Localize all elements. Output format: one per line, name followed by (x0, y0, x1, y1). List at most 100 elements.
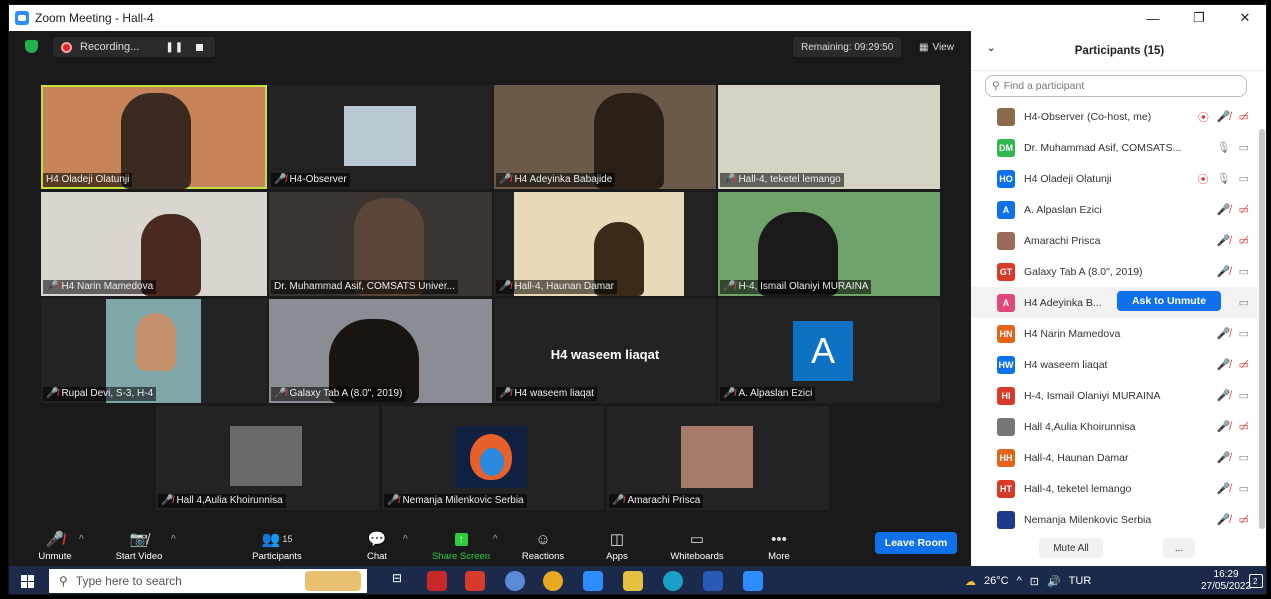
search-icon: ⚲ (59, 574, 68, 588)
pause-recording-icon[interactable]: ❚❚ (165, 42, 184, 53)
tile-name-label: 🎤̸ Amarachi Prisca (609, 494, 704, 508)
participant-row[interactable]: A A. Alpaslan Ezici 🎤̸ ▭̸ (971, 194, 1257, 225)
muted-mic-icon: 🎤̸ (45, 531, 65, 548)
muted-mic-icon: 🎤̸ (274, 174, 287, 185)
chevron-down-icon[interactable]: ⌄ (987, 43, 995, 54)
zoom-meeting-taskbar-icon[interactable] (743, 571, 763, 591)
muted-mic-icon: 🎤̸ (1216, 111, 1231, 123)
video-tile[interactable]: 🎤̸ Galaxy Tab A (8.0", 2019) (269, 299, 492, 403)
participant-row[interactable]: HN H4 Narin Mamedova 🎤̸ ▭ (971, 318, 1257, 349)
edge-icon[interactable] (663, 571, 683, 591)
participant-name: H-4, Ismail Olaniyi MURAINA (1024, 389, 1161, 402)
video-tile[interactable]: 🎤̸ H4 Adeyinka Babajide (494, 85, 716, 189)
tile-name-label: 🎤̸ A. Alpaslan Ezici (720, 387, 816, 401)
share-screen-button[interactable]: ↑ Share Screen (429, 529, 493, 562)
video-tile[interactable]: 🎤̸ H4 Narin Mamedova (41, 192, 267, 296)
ask-to-unmute-button[interactable]: Ask to Unmute (1117, 291, 1221, 311)
apps-button[interactable]: ◫ Apps (585, 529, 649, 562)
participant-name: Hall 4,Aulia Khoirunnisa (1024, 420, 1136, 433)
video-tile[interactable]: 🎤̸ Rupal Devi, S-3, H-4 (41, 299, 267, 403)
video-tile[interactable]: 🎤̸ Amarachi Prisca (607, 406, 829, 510)
search-highlight-icon[interactable] (305, 571, 361, 591)
reactions-button[interactable]: ☺ Reactions (511, 529, 575, 563)
participant-row[interactable]: HT Hall-4, teketel lemango 🎤̸ ▭ (971, 473, 1257, 504)
participant-name: Dr. Muhammad Asif, COMSATS... (1024, 141, 1182, 154)
restore-button[interactable]: ❐ (1176, 5, 1222, 31)
tray-expand-icon[interactable]: ^ (1017, 575, 1022, 587)
video-tile[interactable]: 🎤̸ Hall 4,Aulia Khoirunnisa (156, 406, 379, 510)
video-tile[interactable]: A 🎤̸ A. Alpaslan Ezici (718, 299, 940, 403)
teams-app-icon[interactable] (505, 571, 525, 591)
participant-row[interactable]: H4-Observer (Co-host, me) ⦿ 🎤̸ ▭̸ (971, 101, 1257, 132)
participant-row[interactable]: GT Galaxy Tab A (8.0", 2019) 🎤̸ ▭ (971, 256, 1257, 287)
participant-name: Hall-4, teketel lemango (1024, 482, 1132, 495)
start-video-button[interactable]: 📷̸ Start Video (107, 529, 171, 562)
panel-title: Participants (15) (1074, 44, 1165, 57)
video-off-icon: ▭̸ (1238, 421, 1249, 433)
video-icon: ▭ (1238, 297, 1249, 309)
participant-row[interactable]: HI H-4, Ismail Olaniyi MURAINA 🎤̸ ▭ (971, 380, 1257, 411)
video-options-caret[interactable]: ^ (171, 534, 176, 545)
participant-name: A. Alpaslan Ezici (1024, 203, 1102, 216)
view-button[interactable]: ▦ View (913, 37, 960, 57)
participant-row[interactable]: Nemanja Milenkovic Serbia 🎤̸ ▭̸ (971, 504, 1257, 535)
tile-name-label: 🎤̸ Hall-4, Haunan Damar (496, 280, 617, 294)
participant-row[interactable]: HH Hall-4, Haunan Damar 🎤̸ ▭ (971, 442, 1257, 473)
avatar: HN (997, 324, 1015, 343)
windows-start-icon[interactable] (21, 575, 34, 588)
tile-name-label: 🎤̸ Rupal Devi, S-3, H-4 (43, 387, 157, 401)
audio-options-caret[interactable]: ^ (79, 534, 84, 545)
muted-mic-icon: 🎤̸ (723, 174, 736, 185)
task-view-icon[interactable]: ⊟ (387, 571, 407, 591)
participant-row[interactable]: A H4 Adeyinka B... Ask to Unmute ▭ (971, 287, 1257, 318)
minimize-button[interactable]: — (1130, 5, 1176, 31)
zoom-taskbar-icon[interactable] (583, 571, 603, 591)
unmute-button[interactable]: 🎤̸ Unmute (23, 529, 87, 562)
video-tile[interactable]: 🎤̸ Hall-4, teketel lemango (718, 85, 940, 189)
participant-search-input[interactable]: ⚲ Find a participant (985, 75, 1247, 97)
video-tile[interactable]: H4 waseem liaqat 🎤̸ H4 waseem liaqat (494, 299, 716, 403)
video-tile[interactable]: 🎤̸ H-4, Ismail Olaniyi MURAINA (718, 192, 940, 296)
anydesk-icon[interactable] (465, 571, 485, 591)
volume-icon[interactable]: 🔊 (1047, 575, 1061, 588)
chat-button[interactable]: 💬 Chat (345, 529, 409, 562)
stop-recording-icon[interactable] (196, 43, 204, 51)
chat-options-caret[interactable]: ^ (403, 534, 408, 545)
panel-more-button[interactable]: ... (1163, 538, 1195, 558)
video-tile[interactable]: H4 Oladeji Olatunji (41, 85, 267, 189)
participants-button[interactable]: 👥 15 Participants (245, 529, 309, 562)
weather-icon[interactable]: ☁ (965, 575, 976, 588)
search-placeholder: Find a participant (1003, 80, 1085, 92)
video-tile[interactable]: Dr. Muhammad Asif, COMSATS Univer... (269, 192, 492, 296)
security-shield-icon[interactable] (25, 40, 38, 53)
video-tile[interactable]: 🎤̸ Nemanja Milenkovic Serbia (382, 406, 604, 510)
leave-room-button[interactable]: Leave Room (875, 532, 957, 554)
participant-row[interactable]: HO H4 Oladeji Olatunji ⦿ 🎙 ▭ (971, 163, 1257, 194)
muted-mic-icon: 🎤̸ (387, 495, 400, 506)
close-button[interactable]: ✕ (1222, 5, 1266, 31)
participant-row[interactable]: HW H4 waseem liaqat 🎤̸ ▭̸ (971, 349, 1257, 380)
tile-name-label: 🎤̸ Nemanja Milenkovic Serbia (384, 494, 527, 508)
participant-row[interactable]: Amarachi Prisca 🎤̸ ▭̸ (971, 225, 1257, 256)
network-icon[interactable]: ⊡ (1030, 575, 1039, 588)
mute-all-button[interactable]: Mute All (1039, 538, 1103, 558)
chrome-icon[interactable] (543, 571, 563, 591)
video-icon: ▭ (1238, 266, 1249, 278)
participant-video (344, 106, 416, 166)
language-indicator[interactable]: TUR (1069, 575, 1092, 587)
more-button[interactable]: ••• More (747, 529, 811, 563)
reactions-icon: ☺ (535, 530, 551, 548)
whiteboards-button[interactable]: ▭ Whiteboards (665, 529, 729, 562)
clock[interactable]: 16:29 27/05/2022 (1201, 569, 1251, 593)
notifications-icon[interactable]: 2 (1249, 574, 1263, 588)
participant-row[interactable]: Hall 4,Aulia Khoirunnisa 🎤̸ ▭̸ (971, 411, 1257, 442)
red-app-icon[interactable] (427, 571, 447, 591)
panel-scrollbar[interactable] (1259, 129, 1265, 529)
participant-row[interactable]: DM Dr. Muhammad Asif, COMSATS... 🎙 ▭ (971, 132, 1257, 163)
video-tile[interactable]: 🎤̸ H4-Observer (269, 85, 492, 189)
video-tile[interactable]: 🎤̸ Hall-4, Haunan Damar (494, 192, 716, 296)
video-icon: ▭ (1238, 452, 1249, 464)
file-explorer-icon[interactable] (623, 571, 643, 591)
share-options-caret[interactable]: ^ (493, 534, 498, 545)
word-icon[interactable] (703, 571, 723, 591)
